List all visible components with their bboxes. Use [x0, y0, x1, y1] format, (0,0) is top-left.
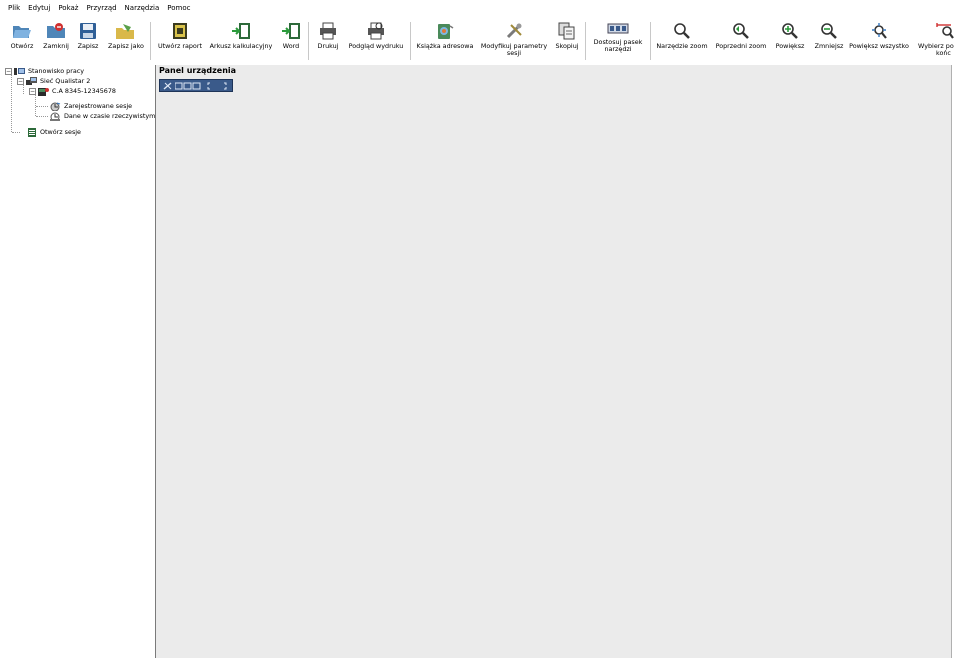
collapse-toggle[interactable]: −	[29, 87, 36, 95]
save-label: Zapisz	[77, 42, 99, 50]
device-panel-toolbar	[159, 79, 233, 92]
tree-node-device[interactable]: − C.A 8345-12345678	[29, 86, 116, 96]
save-as-button[interactable]: Zapisz jako	[106, 22, 146, 50]
toolbar-separator	[150, 22, 151, 60]
main-toolbar: Otwórz Zamknij Zapisz Zapisz jako Utwórz…	[0, 20, 960, 64]
print-label: Drukuj	[317, 42, 339, 50]
modify-params-label-2: sesji	[506, 49, 522, 57]
copy-icon	[558, 22, 575, 40]
word-export-icon	[282, 23, 300, 39]
copy-label: Skopiuj	[555, 42, 579, 50]
zoom-tool-button[interactable]: Narzędzie zoom	[654, 22, 710, 50]
save-as-label: Zapisz jako	[108, 42, 144, 50]
tree-label-network: Sieć Qualistar 2	[40, 77, 91, 85]
tree-node-realtime-data[interactable]: Dane w czasie rzeczywistym	[50, 111, 155, 121]
select-range-icon	[936, 23, 954, 39]
tree-node-network[interactable]: − Sieć Qualistar 2	[17, 76, 90, 86]
fullscreen-icon[interactable]	[207, 82, 227, 90]
print-preview-label: Podgląd wydruku	[348, 42, 404, 50]
network-icon	[26, 76, 37, 85]
menu-edit[interactable]: Edytuj	[24, 4, 54, 12]
close-button[interactable]: Zamknij	[40, 22, 72, 50]
floppy-disk-icon	[80, 23, 96, 39]
wrench-pencil-icon	[506, 23, 522, 39]
menu-file[interactable]: Plik	[0, 4, 24, 12]
menu-view[interactable]: Pokaż	[54, 4, 82, 12]
toolbar-separator	[585, 22, 586, 60]
menu-instrument[interactable]: Przyrząd	[82, 4, 120, 12]
save-as-folder-icon	[116, 24, 134, 39]
menu-bar: Plik Edytuj Pokaż Przyrząd Narzędzia Pom…	[0, 0, 960, 16]
recorded-sessions-icon	[50, 102, 61, 111]
create-report-label: Utwórz raport	[158, 42, 202, 50]
settings-icon[interactable]	[163, 81, 173, 90]
print-preview-button[interactable]: Podgląd wydruku	[346, 22, 406, 50]
select-range-button[interactable]: Wybierz po końc	[914, 22, 960, 57]
zoom-all-icon	[872, 23, 887, 39]
menu-tools[interactable]: Narzędzia	[121, 4, 164, 12]
collapse-toggle[interactable]: −	[5, 67, 12, 75]
open-label: Otwórz	[10, 42, 34, 50]
zoom-all-label: Powiększ wszystko	[849, 42, 909, 50]
address-book-label: Książka adresowa	[416, 42, 474, 50]
zoom-out-button[interactable]: Zmniejsz	[812, 22, 846, 50]
tree-label-realtime-data: Dane w czasie rzeczywistym	[64, 112, 156, 120]
previous-zoom-label: Poprzedni zoom	[715, 42, 767, 50]
create-report-button[interactable]: Utwórz raport	[156, 22, 204, 50]
folder-close-icon	[47, 23, 65, 38]
spreadsheet-export-icon	[232, 23, 250, 39]
report-icon	[173, 23, 187, 39]
word-button[interactable]: Word	[278, 22, 304, 50]
tree-label-open-sessions: Otwórz sesje	[40, 128, 81, 136]
panel-title: Panel urządzenia	[159, 66, 237, 75]
workstation-tree: − Stanowisko pracy − Sieć Qualistar 2 − …	[4, 66, 155, 656]
customize-toolbar-icon	[607, 23, 629, 34]
layout-grid-icon[interactable]	[175, 82, 201, 90]
realtime-data-icon	[50, 112, 60, 121]
close-label: Zamknij	[43, 42, 69, 50]
workstation-icon	[14, 67, 25, 75]
word-label: Word	[282, 42, 300, 50]
zoom-out-icon	[821, 23, 837, 39]
select-range-label-2: końc	[936, 49, 951, 57]
tree-label-workstation: Stanowisko pracy	[28, 67, 85, 75]
zoom-in-label: Powiększ	[775, 42, 805, 50]
zoom-out-label: Zmniejsz	[814, 42, 844, 50]
right-edge	[952, 65, 960, 658]
open-button[interactable]: Otwórz	[6, 22, 38, 50]
tree-node-recorded-sessions[interactable]: Zarejestrowane sesje	[50, 101, 132, 111]
previous-zoom-button[interactable]: Poprzedni zoom	[714, 22, 768, 50]
print-preview-icon	[368, 22, 384, 40]
zoom-in-button[interactable]: Powiększ	[772, 22, 808, 50]
spreadsheet-button[interactable]: Arkusz kalkulacyjny	[208, 22, 274, 50]
customize-toolbar-button[interactable]: Dostosuj pasek narzędzi	[590, 22, 646, 53]
printer-icon	[320, 22, 336, 40]
toolbar-separator	[308, 22, 309, 60]
folder-open-icon	[13, 26, 31, 38]
address-book-icon	[438, 24, 454, 39]
address-book-button[interactable]: Książka adresowa	[416, 22, 474, 50]
modify-session-params-button[interactable]: Modyfikuj parametry sesji	[480, 22, 548, 57]
toolbar-separator	[650, 22, 651, 60]
menu-help[interactable]: Pomoc	[163, 4, 194, 12]
copy-button[interactable]: Skopiuj	[553, 22, 581, 50]
tree-node-open-sessions[interactable]: Otwórz sesje	[28, 127, 81, 137]
collapse-toggle[interactable]: −	[17, 77, 24, 85]
magnifier-icon	[674, 23, 690, 39]
zoom-all-button[interactable]: Powiększ wszystko	[848, 22, 910, 50]
previous-zoom-icon	[733, 23, 749, 39]
zoom-in-icon	[782, 23, 798, 39]
print-button[interactable]: Drukuj	[314, 22, 342, 50]
tree-label-device: C.A 8345-12345678	[52, 87, 116, 95]
open-sessions-icon	[28, 127, 36, 137]
tree-node-workstation[interactable]: − Stanowisko pracy	[5, 66, 84, 76]
save-button[interactable]: Zapisz	[74, 22, 102, 50]
toolbar-separator	[410, 22, 411, 60]
customize-label-2: narzędzi	[604, 45, 632, 53]
zoom-tool-label: Narzędzie zoom	[656, 42, 708, 50]
tree-label-recorded-sessions: Zarejestrowane sesje	[64, 102, 133, 110]
device-panel: Panel urządzenia	[155, 65, 952, 658]
spreadsheet-label: Arkusz kalkulacyjny	[209, 42, 273, 50]
device-icon	[38, 87, 49, 96]
